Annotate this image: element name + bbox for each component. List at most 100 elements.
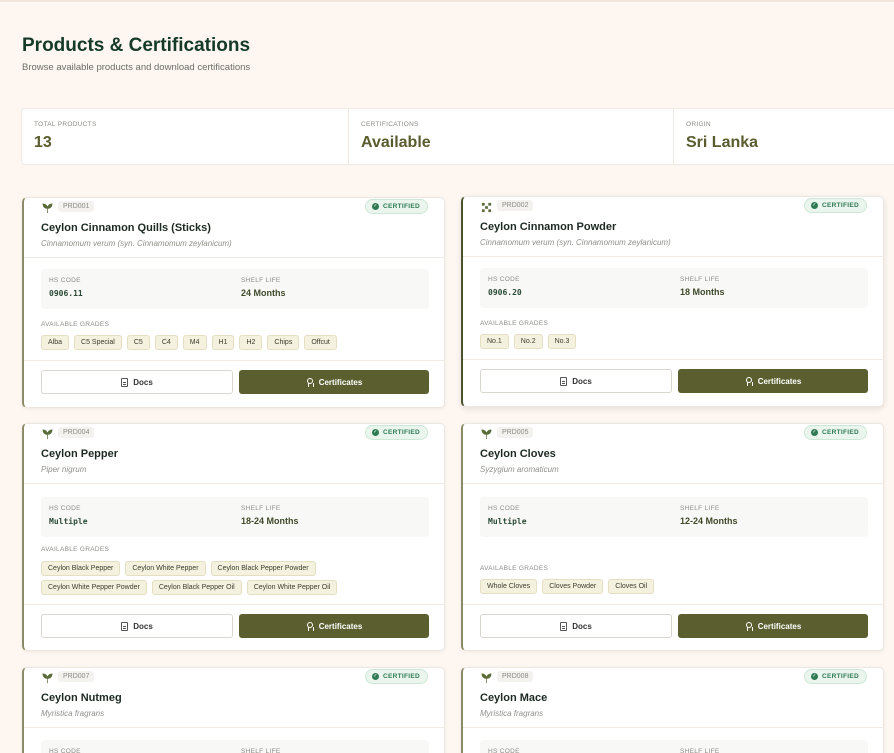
shelf-life: SHELF LIFE — [241, 748, 280, 753]
docs-button[interactable]: Docs — [480, 369, 672, 393]
shelf-life-label: SHELF LIFE — [680, 505, 720, 512]
divider — [24, 360, 444, 361]
stat-label: ORIGIN — [686, 121, 711, 128]
shelf-life-label: SHELF LIFE — [241, 277, 281, 284]
product-name: Ceylon Mace — [480, 692, 548, 704]
product-id: PRD001 — [58, 201, 95, 212]
product-name: Ceylon Pepper — [41, 448, 119, 460]
certified-badge: ✓ CERTIFIED — [803, 425, 867, 440]
certificates-label: Certificates — [318, 377, 363, 387]
grade-chip: Ceylon Black Pepper Powder — [210, 561, 316, 576]
product-scientific-name: Syzygium aromaticum — [480, 465, 559, 474]
certificates-label: Certificates — [757, 376, 802, 386]
stat-certifications: CERTIFICATIONS Available — [349, 109, 674, 164]
product-name: Ceylon Nutmeg — [41, 692, 122, 704]
check-icon: ✓ — [810, 202, 818, 209]
hs-code-value: 0906.11 — [49, 289, 83, 298]
certified-label: CERTIFIED — [382, 673, 420, 680]
grade-chip: Alba — [41, 335, 70, 350]
product-card[interactable]: PRD004 ✓ CERTIFIED Ceylon Pepper Piper ni… — [22, 423, 445, 651]
product-card[interactable]: PRD007 ✓ CERTIFIED Ceylon Nutmeg Myristic… — [22, 667, 445, 753]
docs-label: Docs — [133, 377, 153, 387]
hs-code-value: 0906.20 — [488, 288, 522, 297]
top-border — [0, 0, 894, 2]
product-info: HS CODE SHELF LIFE — [480, 740, 868, 753]
grade-chip: No.2 — [513, 334, 543, 349]
check-icon: ✓ — [810, 673, 818, 680]
grade-chip: H2 — [239, 335, 263, 350]
certified-badge: ✓ CERTIFIED — [803, 198, 867, 213]
hs-code-value: Multiple — [488, 517, 527, 526]
shelf-life-label: SHELF LIFE — [680, 276, 720, 283]
certificates-button[interactable]: Certificates — [239, 370, 429, 394]
product-card[interactable]: PRD001 ✓ CERTIFIED Ceylon Cinnamon Quills… — [22, 197, 445, 408]
certificates-button[interactable]: Certificates — [678, 369, 868, 393]
shelf-life: SHELF LIFE 18 Months — [680, 276, 725, 297]
product-card[interactable]: PRD008 ✓ CERTIFIED Ceylon Mace Myristica … — [461, 667, 884, 753]
card-header: PRD004 ✓ CERTIFIED Ceylon Pepper Piper ni… — [24, 424, 444, 484]
check-icon: ✓ — [810, 429, 818, 436]
stat-value: Sri Lanka — [686, 134, 759, 151]
grade-chip: C5 — [126, 335, 150, 350]
docs-label: Docs — [133, 621, 153, 631]
certificates-button[interactable]: Certificates — [678, 614, 868, 638]
stat-origin: ORIGIN Sri Lanka — [674, 109, 894, 164]
leaf-icon — [481, 673, 492, 684]
shelf-life-value: 12-24 Months — [680, 516, 738, 526]
stat-label: TOTAL PRODUCTS — [34, 121, 97, 128]
product-scientific-name: Myristica fragrans — [41, 709, 105, 718]
award-icon — [306, 377, 314, 387]
hs-code: HS CODE Multiple — [488, 505, 527, 526]
grade-chip: Ceylon Black Pepper Oil — [151, 580, 242, 595]
grades-list: No.1 No.2 No.3 — [480, 334, 870, 349]
grades-label: AVAILABLE GRADES — [480, 320, 549, 327]
docs-button[interactable]: Docs — [41, 370, 233, 394]
grade-chip: No.3 — [547, 334, 577, 349]
docs-button[interactable]: Docs — [480, 614, 672, 638]
grade-chip: Cloves Oil — [608, 579, 655, 594]
document-icon — [121, 621, 129, 631]
document-icon — [560, 621, 568, 631]
grade-chip: Chips — [267, 335, 300, 350]
certified-label: CERTIFIED — [382, 203, 420, 210]
shelf-life-value: 18 Months — [680, 287, 725, 297]
card-header: PRD008 ✓ CERTIFIED Ceylon Mace Myristica … — [463, 668, 883, 728]
leaf-icon — [42, 673, 53, 684]
shelf-life-label: SHELF LIFE — [241, 505, 281, 512]
shelf-life: SHELF LIFE — [680, 748, 719, 753]
certificates-button[interactable]: Certificates — [239, 614, 429, 638]
product-card[interactable]: PRD005 ✓ CERTIFIED Ceylon Cloves Syzygium… — [461, 423, 884, 651]
grades-list: Alba C5 Special C5 C4 M4 H1 H2 Chips Off… — [41, 335, 431, 350]
check-icon: ✓ — [371, 673, 379, 680]
hs-code: HS CODE 0906.11 — [49, 277, 83, 298]
page-title: Products & Certifications — [22, 35, 251, 56]
product-name: Ceylon Cloves — [480, 448, 556, 460]
leaf-icon — [481, 429, 492, 440]
shelf-life-value: 24 Months — [241, 288, 286, 298]
docs-button[interactable]: Docs — [41, 614, 233, 638]
grade-chip: C4 — [154, 335, 178, 350]
docs-label: Docs — [572, 621, 592, 631]
certified-label: CERTIFIED — [821, 429, 859, 436]
stat-value: 13 — [34, 134, 52, 151]
shelf-life-label: SHELF LIFE — [680, 748, 720, 753]
product-info: HS CODE Multiple SHELF LIFE 12-24 Months — [480, 497, 868, 537]
card-header: PRD005 ✓ CERTIFIED Ceylon Cloves Syzygium… — [463, 424, 883, 484]
hs-code: HS CODE 0906.20 — [488, 276, 522, 297]
document-icon — [560, 376, 568, 386]
hs-code: HS CODE — [488, 748, 520, 753]
grades-label: AVAILABLE GRADES — [41, 321, 110, 328]
hs-code-label: HS CODE — [49, 748, 81, 753]
award-icon — [745, 376, 753, 386]
hs-code-value: Multiple — [49, 517, 88, 526]
check-icon: ✓ — [371, 203, 379, 210]
product-id: PRD005 — [497, 427, 534, 438]
grade-chip: H1 — [211, 335, 235, 350]
product-id: PRD007 — [58, 671, 95, 682]
grade-chip: Ceylon White Pepper — [125, 561, 206, 576]
product-name: Ceylon Cinnamon Quills (Sticks) — [41, 222, 211, 234]
product-name: Ceylon Cinnamon Powder — [480, 221, 617, 233]
grade-chip: Offcut — [304, 335, 337, 350]
product-card[interactable]: PRD002 ✓ CERTIFIED Ceylon Cinnamon Powder… — [461, 196, 884, 407]
award-icon — [745, 621, 753, 631]
